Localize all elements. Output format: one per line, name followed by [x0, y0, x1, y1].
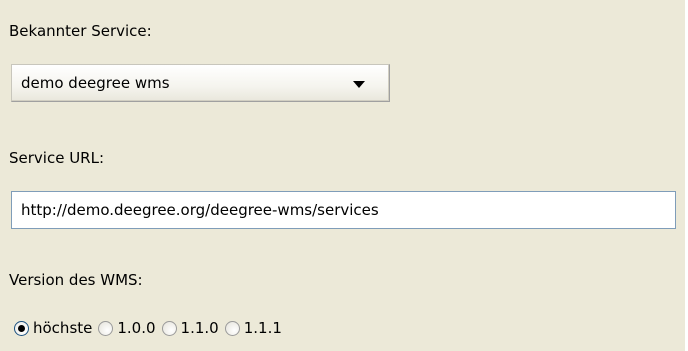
version-option-highest[interactable]: höchste: [14, 319, 92, 337]
service-url-label: Service URL:: [9, 149, 105, 167]
radio-button-checked[interactable]: [14, 320, 29, 336]
version-option-label: 1.1.0: [180, 319, 219, 337]
version-option-1-0-0[interactable]: 1.0.0: [98, 319, 156, 337]
known-service-select-value: demo deegree wms: [21, 74, 170, 92]
service-url-input[interactable]: http://demo.deegree.org/deegree-wms/serv…: [11, 191, 676, 229]
version-option-label: 1.0.0: [117, 319, 156, 337]
radio-button-unchecked[interactable]: [161, 320, 177, 336]
radio-button-unchecked[interactable]: [224, 320, 240, 336]
version-option-label: 1.1.1: [243, 319, 282, 337]
version-option-1-1-0[interactable]: 1.1.0: [161, 319, 219, 337]
known-service-label: Bekannter Service:: [9, 22, 152, 40]
chevron-down-icon[interactable]: [353, 81, 365, 88]
version-option-label: höchste: [33, 319, 93, 337]
known-service-select[interactable]: demo deegree wms: [11, 64, 390, 102]
wms-version-label: Version des WMS:: [9, 271, 143, 289]
version-option-1-1-1[interactable]: 1.1.1: [224, 319, 282, 337]
wms-version-radio-group: höchste 1.0.0 1.1.0 1.1.1: [14, 318, 288, 338]
radio-button-unchecked[interactable]: [98, 320, 114, 336]
service-url-input-value: http://demo.deegree.org/deegree-wms/serv…: [21, 201, 379, 219]
